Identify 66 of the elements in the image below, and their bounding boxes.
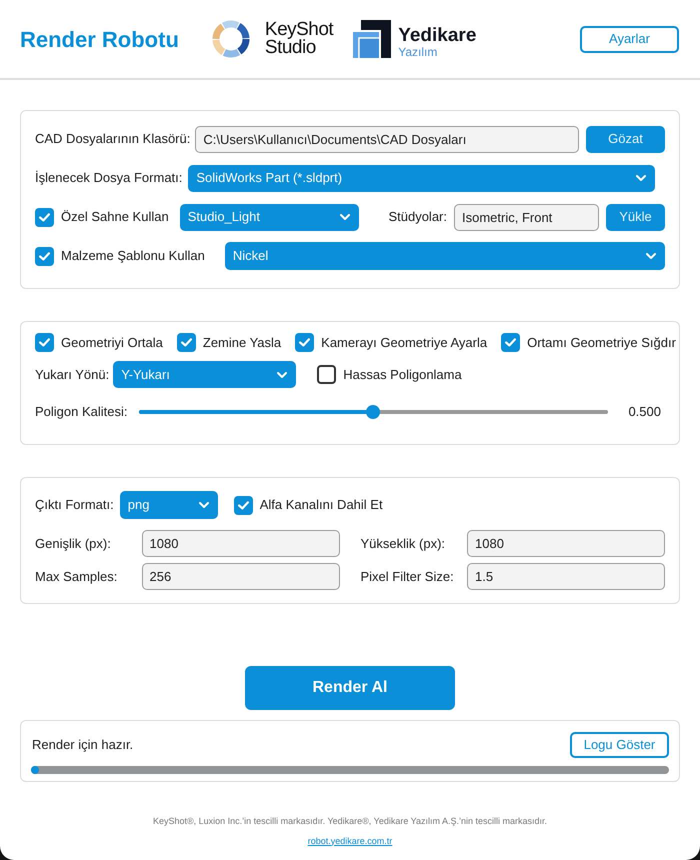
aperture-ring-icon [212, 20, 250, 58]
chevron-down-icon [277, 372, 288, 378]
check-icon [180, 338, 192, 347]
chevron-down-icon [340, 214, 350, 220]
dropdown[interactable]: png [120, 491, 218, 519]
browse-button[interactable]: Gözat [586, 126, 665, 152]
field-label: Çıktı Formatı: [35, 496, 114, 514]
check-icon [39, 252, 50, 260]
logo-wordmark: KeyShot Studio [264, 21, 334, 57]
input-field[interactable]: C:\Users\Kullanıcı\Documents\CAD Dosyaları [195, 126, 579, 152]
chevron-down-icon [198, 502, 209, 508]
checkbox-label: Özel Sahne Kullan [61, 208, 169, 226]
checkbox-label: Kamerayı Geometriye Ayarla [321, 334, 488, 352]
field-label: Yukarı Yönü: [35, 366, 110, 384]
company-name: Yedikare [398, 26, 476, 46]
dropdown[interactable]: SolidWorks Part (*.sldprt) [188, 164, 655, 192]
checkbox[interactable] [317, 365, 336, 384]
checkbox-label: Malzeme Şablonu Kullan [61, 247, 205, 266]
input-field[interactable]: 256 [142, 563, 340, 590]
check-icon [238, 500, 249, 510]
check-icon [505, 338, 516, 347]
dropdown[interactable]: Y-Yukarı [113, 361, 296, 388]
input-field[interactable]: 1.5 [467, 563, 665, 590]
checkbox[interactable] [35, 208, 54, 226]
status-message: Render için hazır. [32, 736, 134, 754]
input-field[interactable]: Isometric, Front [454, 204, 599, 230]
field-label: Stüdyolar: [388, 208, 447, 226]
chevron-down-icon [636, 175, 646, 181]
checkbox-label: Ortamı Geometriye Sığdır [527, 334, 676, 352]
settings-button[interactable]: Ayarlar [580, 26, 679, 52]
check-icon [39, 338, 50, 347]
company-subtitle: Yazılım [398, 46, 438, 58]
input-field[interactable]: 1080 [142, 530, 340, 557]
trademark-notice: KeyShot®, Luxion Inc.’in tescilli markasıdır. Yedikare®, Yedikare Yazılım A.Ş.’nin tescilli markasıdır. [152, 815, 548, 828]
field-label: İşlenecek Dosya Formatı: [35, 169, 182, 188]
checkbox[interactable] [35, 246, 54, 266]
checkbox[interactable] [295, 333, 314, 352]
render-button[interactable]: Render Al [245, 666, 455, 710]
checkbox-label: Geometriyi Ortala [61, 334, 163, 352]
slider-thumb[interactable] [366, 405, 380, 419]
checkbox[interactable] [501, 333, 520, 352]
field-label: Poligon Kalitesi: [35, 403, 128, 422]
field-label: Genişlik (px): [35, 534, 111, 553]
slider-value: 0.500 [628, 403, 661, 422]
square-logo-icon [353, 20, 392, 58]
field-label: Pixel Filter Size: [360, 568, 454, 586]
checkbox[interactable] [176, 333, 196, 352]
checkbox[interactable] [35, 333, 54, 352]
check-icon [39, 212, 50, 222]
checkbox-label: Zemine Yasla [202, 334, 282, 352]
check-icon [299, 338, 310, 347]
checkbox-label: Alfa Kanalını Dahil Et [260, 496, 383, 514]
input-field[interactable]: 1080 [467, 530, 665, 557]
app-title: Render Robotu [20, 26, 179, 54]
website-link[interactable]: robot.yedikare.com.tr [308, 834, 392, 848]
field-label: Max Samples: [35, 568, 118, 586]
slider-track[interactable] [138, 405, 608, 419]
load-button[interactable]: Yükle [606, 204, 665, 230]
checkbox-label: Hassas Poligonlama [343, 366, 462, 384]
dropdown[interactable]: Nickel [224, 242, 665, 270]
field-label: CAD Dosyalarının Klasörü: [35, 130, 190, 148]
field-label: Yükseklik (px): [360, 534, 446, 553]
checkbox[interactable] [234, 496, 253, 514]
chevron-down-icon [646, 253, 656, 259]
dropdown[interactable]: Studio_Light [180, 204, 359, 230]
show-log-button[interactable]: Logu Göster [570, 732, 669, 758]
